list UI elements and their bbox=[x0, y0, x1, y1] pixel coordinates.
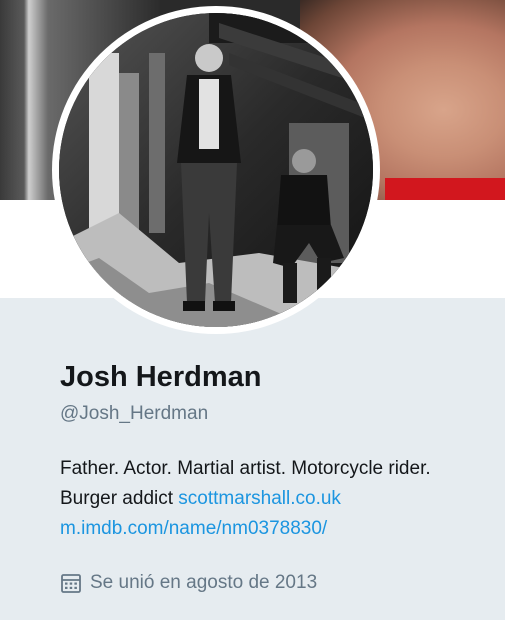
calendar-icon bbox=[60, 572, 82, 594]
join-date-text: Se unió en agosto de 2013 bbox=[90, 572, 318, 593]
profile-handle: @Josh_Herdman bbox=[60, 403, 209, 424]
profile-avatar[interactable] bbox=[52, 6, 380, 334]
avatar-photo-illustration bbox=[59, 13, 373, 327]
avatar-photo bbox=[59, 13, 373, 327]
bio-link-scottmarshall[interactable]: scottmarshall.co.uk bbox=[178, 488, 341, 509]
profile-display-name: Josh Herdman bbox=[60, 361, 262, 393]
join-date: Se unió en agosto de 2013 bbox=[60, 571, 317, 595]
bio-link-imdb[interactable]: m.imdb.com/name/nm0378830/ bbox=[60, 518, 327, 539]
banner-red-strip bbox=[385, 178, 505, 200]
profile-bio: Father. Actor. Martial artist. Motorcycl… bbox=[60, 454, 490, 544]
